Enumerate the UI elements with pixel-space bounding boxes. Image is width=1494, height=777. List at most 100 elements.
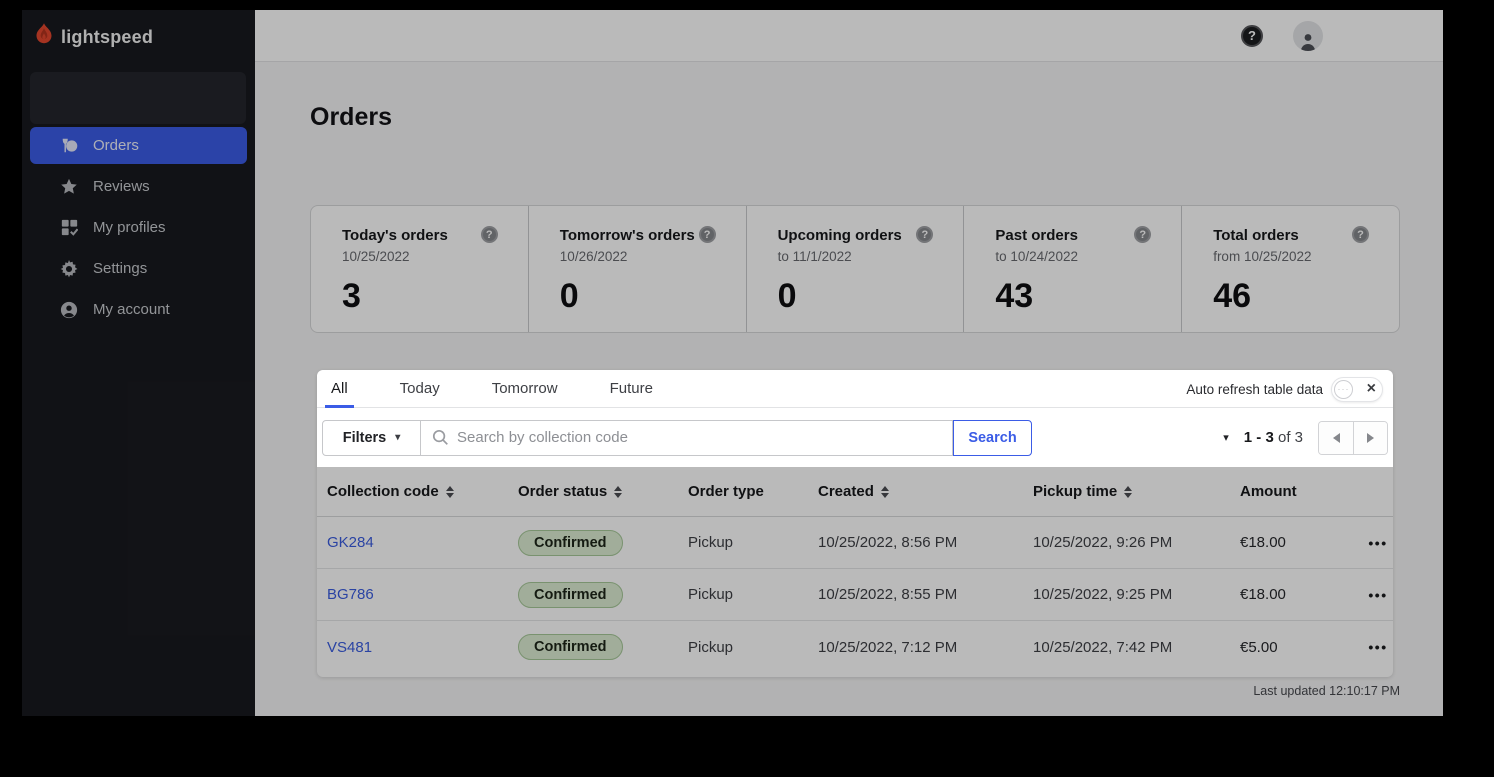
column-label: Amount [1240,483,1297,500]
collection-code-link[interactable]: VS481 [327,639,372,656]
person-icon [60,301,78,319]
pagination: ▾ 1 - 3 of 3 [1223,421,1388,455]
sort-icon[interactable] [614,486,622,498]
order-type: Pickup [688,534,818,551]
search-icon [432,429,449,451]
created-time: 10/25/2022, 8:55 PM [818,586,1033,603]
lightspeed-logo: lightspeed [34,23,153,51]
stat-total-orders: Total orders from 10/25/2022 46 ? [1181,206,1399,332]
auto-refresh-control: Auto refresh table data ··· × [1186,370,1383,408]
stat-period: 10/26/2022 [560,249,746,264]
sidebar-item-label: My profiles [93,219,166,236]
row-menu-icon[interactable]: ••• [1363,639,1393,655]
search-group: Filters ▾ Search [322,420,1032,456]
user-avatar[interactable] [1293,21,1323,51]
collection-code-link[interactable]: GK284 [327,534,374,551]
table-row: BG786 Confirmed Pickup 10/25/2022, 8:55 … [317,569,1393,621]
table-row: GK284 Confirmed Pickup 10/25/2022, 8:56 … [317,517,1393,569]
column-label: Pickup time [1033,483,1117,500]
next-arrow-icon [1367,433,1374,443]
sort-icon[interactable] [1124,486,1132,498]
stat-value: 46 [1213,277,1399,316]
pickup-time: 10/25/2022, 9:26 PM [1033,534,1240,551]
stat-period: from 10/25/2022 [1213,249,1399,264]
auto-refresh-label: Auto refresh table data [1186,382,1323,397]
help-icon[interactable]: ? [481,226,498,243]
sidebar-item-my-account[interactable]: My account [30,291,247,328]
sidebar-item-label: Settings [93,260,147,277]
tab-all[interactable]: All [325,370,354,407]
search-input[interactable] [421,420,953,456]
store-selector[interactable] [30,72,246,124]
star-icon [60,178,78,196]
sidebar-item-orders[interactable]: Orders [30,127,247,164]
sidebar-item-label: Orders [93,137,139,154]
sort-icon[interactable] [446,486,454,498]
sidebar-item-label: My account [93,301,170,318]
stat-tomorrows-orders: Tomorrow's orders 10/26/2022 0 ? [528,206,746,332]
toggle-knob-icon: ··· [1334,380,1353,399]
pagination-range-bold: 1 - 3 [1244,429,1274,446]
tab-today[interactable]: Today [394,370,446,407]
orders-table-card: All Today Tomorrow Future Auto refresh t… [317,370,1393,677]
stat-period: to 10/24/2022 [995,249,1181,264]
stat-period: 10/25/2022 [342,249,528,264]
prev-arrow-icon [1333,433,1340,443]
pickup-time: 10/25/2022, 9:25 PM [1033,586,1240,603]
sidebar-item-my-profiles[interactable]: My profiles [30,209,247,246]
column-order-status[interactable]: Order status [518,483,688,500]
column-label: Created [818,483,874,500]
stat-label: Upcoming orders [778,227,964,244]
created-time: 10/25/2022, 8:56 PM [818,534,1033,551]
table-tabs: All Today Tomorrow Future Auto refresh t… [317,370,1393,408]
sidebar-item-settings[interactable]: Settings [30,250,247,287]
amount: €18.00 [1240,534,1363,551]
last-updated-text: Last updated 12:10:17 PM [310,684,1400,698]
order-type: Pickup [688,639,818,656]
column-order-type: Order type [688,483,818,500]
search-button[interactable]: Search [953,420,1032,456]
pickup-time: 10/25/2022, 7:42 PM [1033,639,1240,656]
chevron-down-icon: ▾ [395,432,400,443]
help-icon[interactable]: ? [1241,25,1263,47]
next-page-button[interactable] [1353,422,1387,454]
stat-label: Today's orders [342,227,528,244]
collection-code-link[interactable]: BG786 [327,586,374,603]
page-title: Orders [310,103,392,132]
status-badge: Confirmed [518,582,623,608]
page-size-caret-icon[interactable]: ▾ [1223,431,1229,444]
row-menu-icon[interactable]: ••• [1363,535,1393,551]
stats-panel: Today's orders 10/25/2022 3 ? Tomorrow's… [310,205,1400,333]
sidebar-item-reviews[interactable]: Reviews [30,168,247,205]
topbar: ? [255,10,1443,62]
sort-icon[interactable] [881,486,889,498]
gear-icon [60,260,78,278]
table-controls-spotlight: All Today Tomorrow Future Auto refresh t… [317,370,1393,467]
stat-upcoming-orders: Upcoming orders to 11/1/2022 0 ? [746,206,964,332]
stat-value: 0 [560,277,746,316]
help-icon[interactable]: ? [1352,226,1369,243]
prev-page-button[interactable] [1319,422,1353,454]
column-amount: Amount [1240,483,1363,500]
column-collection-code[interactable]: Collection code [327,483,518,500]
column-created[interactable]: Created [818,483,1033,500]
stat-period: to 11/1/2022 [778,249,964,264]
tab-future[interactable]: Future [604,370,659,407]
column-label: Order type [688,483,764,500]
help-icon[interactable]: ? [699,226,716,243]
sidebar: lightspeed Orders Reviews [22,10,255,716]
close-icon[interactable]: × [1367,381,1376,397]
column-label: Collection code [327,483,439,500]
logo-text: lightspeed [61,27,153,48]
stat-value: 43 [995,277,1181,316]
auto-refresh-toggle[interactable]: ··· × [1331,377,1383,402]
row-menu-icon[interactable]: ••• [1363,587,1393,603]
column-pickup-time[interactable]: Pickup time [1033,483,1240,500]
filters-button[interactable]: Filters ▾ [322,420,421,456]
amount: €18.00 [1240,586,1363,603]
order-type: Pickup [688,586,818,603]
tab-tomorrow[interactable]: Tomorrow [486,370,564,407]
created-time: 10/25/2022, 7:12 PM [818,639,1033,656]
pagination-of: of 3 [1274,429,1303,446]
sidebar-item-label: Reviews [93,178,150,195]
